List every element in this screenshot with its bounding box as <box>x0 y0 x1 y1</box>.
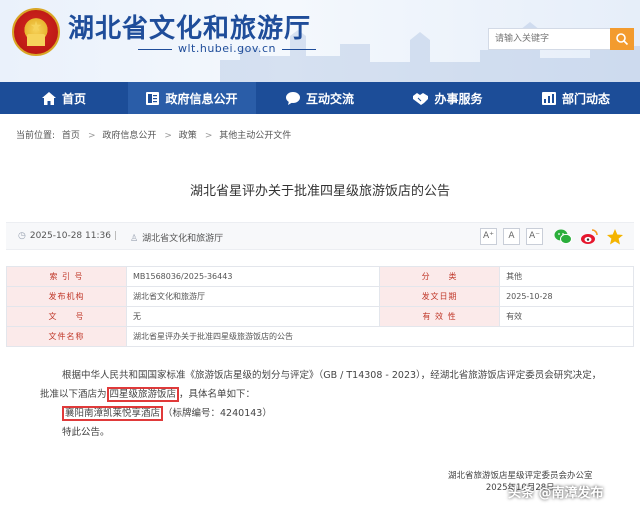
article-meta-bar: 2025-10-28 11:36 | 湖北省文化和旅游厅 A⁺ A A⁻ <box>6 222 634 250</box>
breadcrumb-separator: > <box>87 131 96 141</box>
article-body: 根据中华人民共和国国家标准《旅游饭店星级的划分与评定》（GB / T14308 … <box>40 366 604 442</box>
font-decrease-button[interactable]: A⁻ <box>526 228 543 245</box>
search-button[interactable] <box>610 28 634 50</box>
nav-label: 互动交流 <box>305 91 354 106</box>
publish-date: 2025-10-28 11:36 <box>18 231 111 241</box>
table-row: 发布机构 湖北省文化和旅游厅 发文日期 2025-10-28 <box>6 286 634 307</box>
table-row: 索 引 号 MB1568036/2025-36443 分 类 其他 <box>6 266 634 287</box>
nav-label: 部门动态 <box>561 91 610 106</box>
breadcrumb-separator: > <box>164 131 172 141</box>
breadcrumb-item-policy[interactable]: 政策 <box>179 131 197 141</box>
national-emblem-icon: ★ <box>12 8 60 56</box>
info-label: 有 效 性 <box>379 306 501 327</box>
article-source: 湖北省文化和旅游厅 <box>130 231 223 244</box>
body-paragraph: 特此公告。 <box>40 423 604 442</box>
font-reset-button[interactable]: A <box>503 228 520 245</box>
site-header: ★ 湖北省文化和旅游厅 wlt.hubei.gov.cn <box>0 0 640 82</box>
info-value: 无 <box>125 306 381 327</box>
nav-item-services[interactable]: 办事服务 <box>384 82 512 114</box>
document-info-table: 索 引 号 MB1568036/2025-36443 分 类 其他 发布机构 湖… <box>6 266 634 347</box>
info-value: MB1568036/2025-36443 <box>125 266 381 287</box>
breadcrumb-item-home[interactable]: 首页 <box>62 131 80 141</box>
search-box <box>488 28 634 50</box>
body-text: ，具体名单如下： <box>179 389 256 400</box>
info-label: 文件名称 <box>6 326 127 347</box>
chat-icon <box>285 91 300 105</box>
search-icon <box>616 33 629 46</box>
nav-item-dept-news[interactable]: 部门动态 <box>512 82 640 114</box>
signature-org: 湖北省旅游饭店星级评定委员会办公室 <box>448 471 593 481</box>
highlight-star-level: 四星级旅游饭店 <box>106 387 180 402</box>
search-input[interactable] <box>489 29 611 49</box>
weibo-share-icon[interactable] <box>580 228 598 246</box>
info-label: 发布机构 <box>6 286 127 307</box>
info-value: 2025-10-28 <box>499 286 634 307</box>
info-value: 其他 <box>499 266 634 287</box>
info-label: 索 引 号 <box>6 266 127 287</box>
nav-label: 政府信息公开 <box>165 91 238 106</box>
hotel-code: （标牌编号：4240143） <box>163 408 272 419</box>
body-paragraph: 根据中华人民共和国国家标准《旅游饭店星级的划分与评定》（GB / T14308 … <box>40 366 604 404</box>
info-value: 湖北省星评办关于批准四星级旅游饭店的公告 <box>126 326 634 347</box>
breadcrumb-item-gov-info[interactable]: 政府信息公开 <box>102 131 156 141</box>
breadcrumb-separator: > <box>204 131 213 141</box>
info-label: 分 类 <box>379 266 501 287</box>
table-row: 文 号 无 有 效 性 有效 <box>6 306 634 327</box>
site-url: wlt.hubei.gov.cn <box>132 42 322 55</box>
breadcrumb-prefix: 当前位置: <box>16 131 56 141</box>
handshake-icon <box>413 92 429 105</box>
home-icon <box>41 91 56 105</box>
info-value: 有效 <box>499 306 634 327</box>
closing-text: 特此公告。 <box>62 427 110 438</box>
watermark: 头条 @南漳发布 <box>508 486 604 501</box>
table-row: 文件名称 湖北省星评办关于批准四星级旅游饭店的公告 <box>6 326 634 347</box>
breadcrumb: 当前位置: 首页 > 政府信息公开 > 政策 > 其他主动公开文件 <box>16 128 295 141</box>
info-label: 发文日期 <box>379 286 501 307</box>
font-increase-button[interactable]: A⁺ <box>480 228 497 245</box>
body-paragraph: 襄阳南漳凯莱悦享酒店 （标牌编号：4240143） <box>40 404 604 423</box>
article-title: 湖北省星评办关于批准四星级旅游饭店的公告 <box>189 184 450 199</box>
nav-label: 首页 <box>61 91 86 106</box>
meta-divider: | <box>114 231 118 241</box>
chart-icon <box>541 91 556 105</box>
nav-label: 办事服务 <box>434 91 483 106</box>
site-title[interactable]: 湖北省文化和旅游厅 <box>68 8 311 45</box>
qzone-share-icon[interactable] <box>606 228 624 246</box>
nav-item-interaction[interactable]: 互动交流 <box>256 82 384 114</box>
document-icon <box>146 91 160 105</box>
breadcrumb-item-other-files[interactable]: 其他主动公开文件 <box>219 131 291 141</box>
wechat-share-icon[interactable] <box>554 228 572 246</box>
nav-item-gov-info[interactable]: 政府信息公开 <box>128 82 256 114</box>
main-nav: 首页 政府信息公开 互动交流 办事服务 部门动态 <box>0 82 640 114</box>
info-value: 湖北省文化和旅游厅 <box>125 286 381 307</box>
nav-item-home[interactable]: 首页 <box>0 82 128 114</box>
info-label: 文 号 <box>6 306 127 327</box>
highlight-hotel-name: 襄阳南漳凯莱悦享酒店 <box>62 406 164 421</box>
